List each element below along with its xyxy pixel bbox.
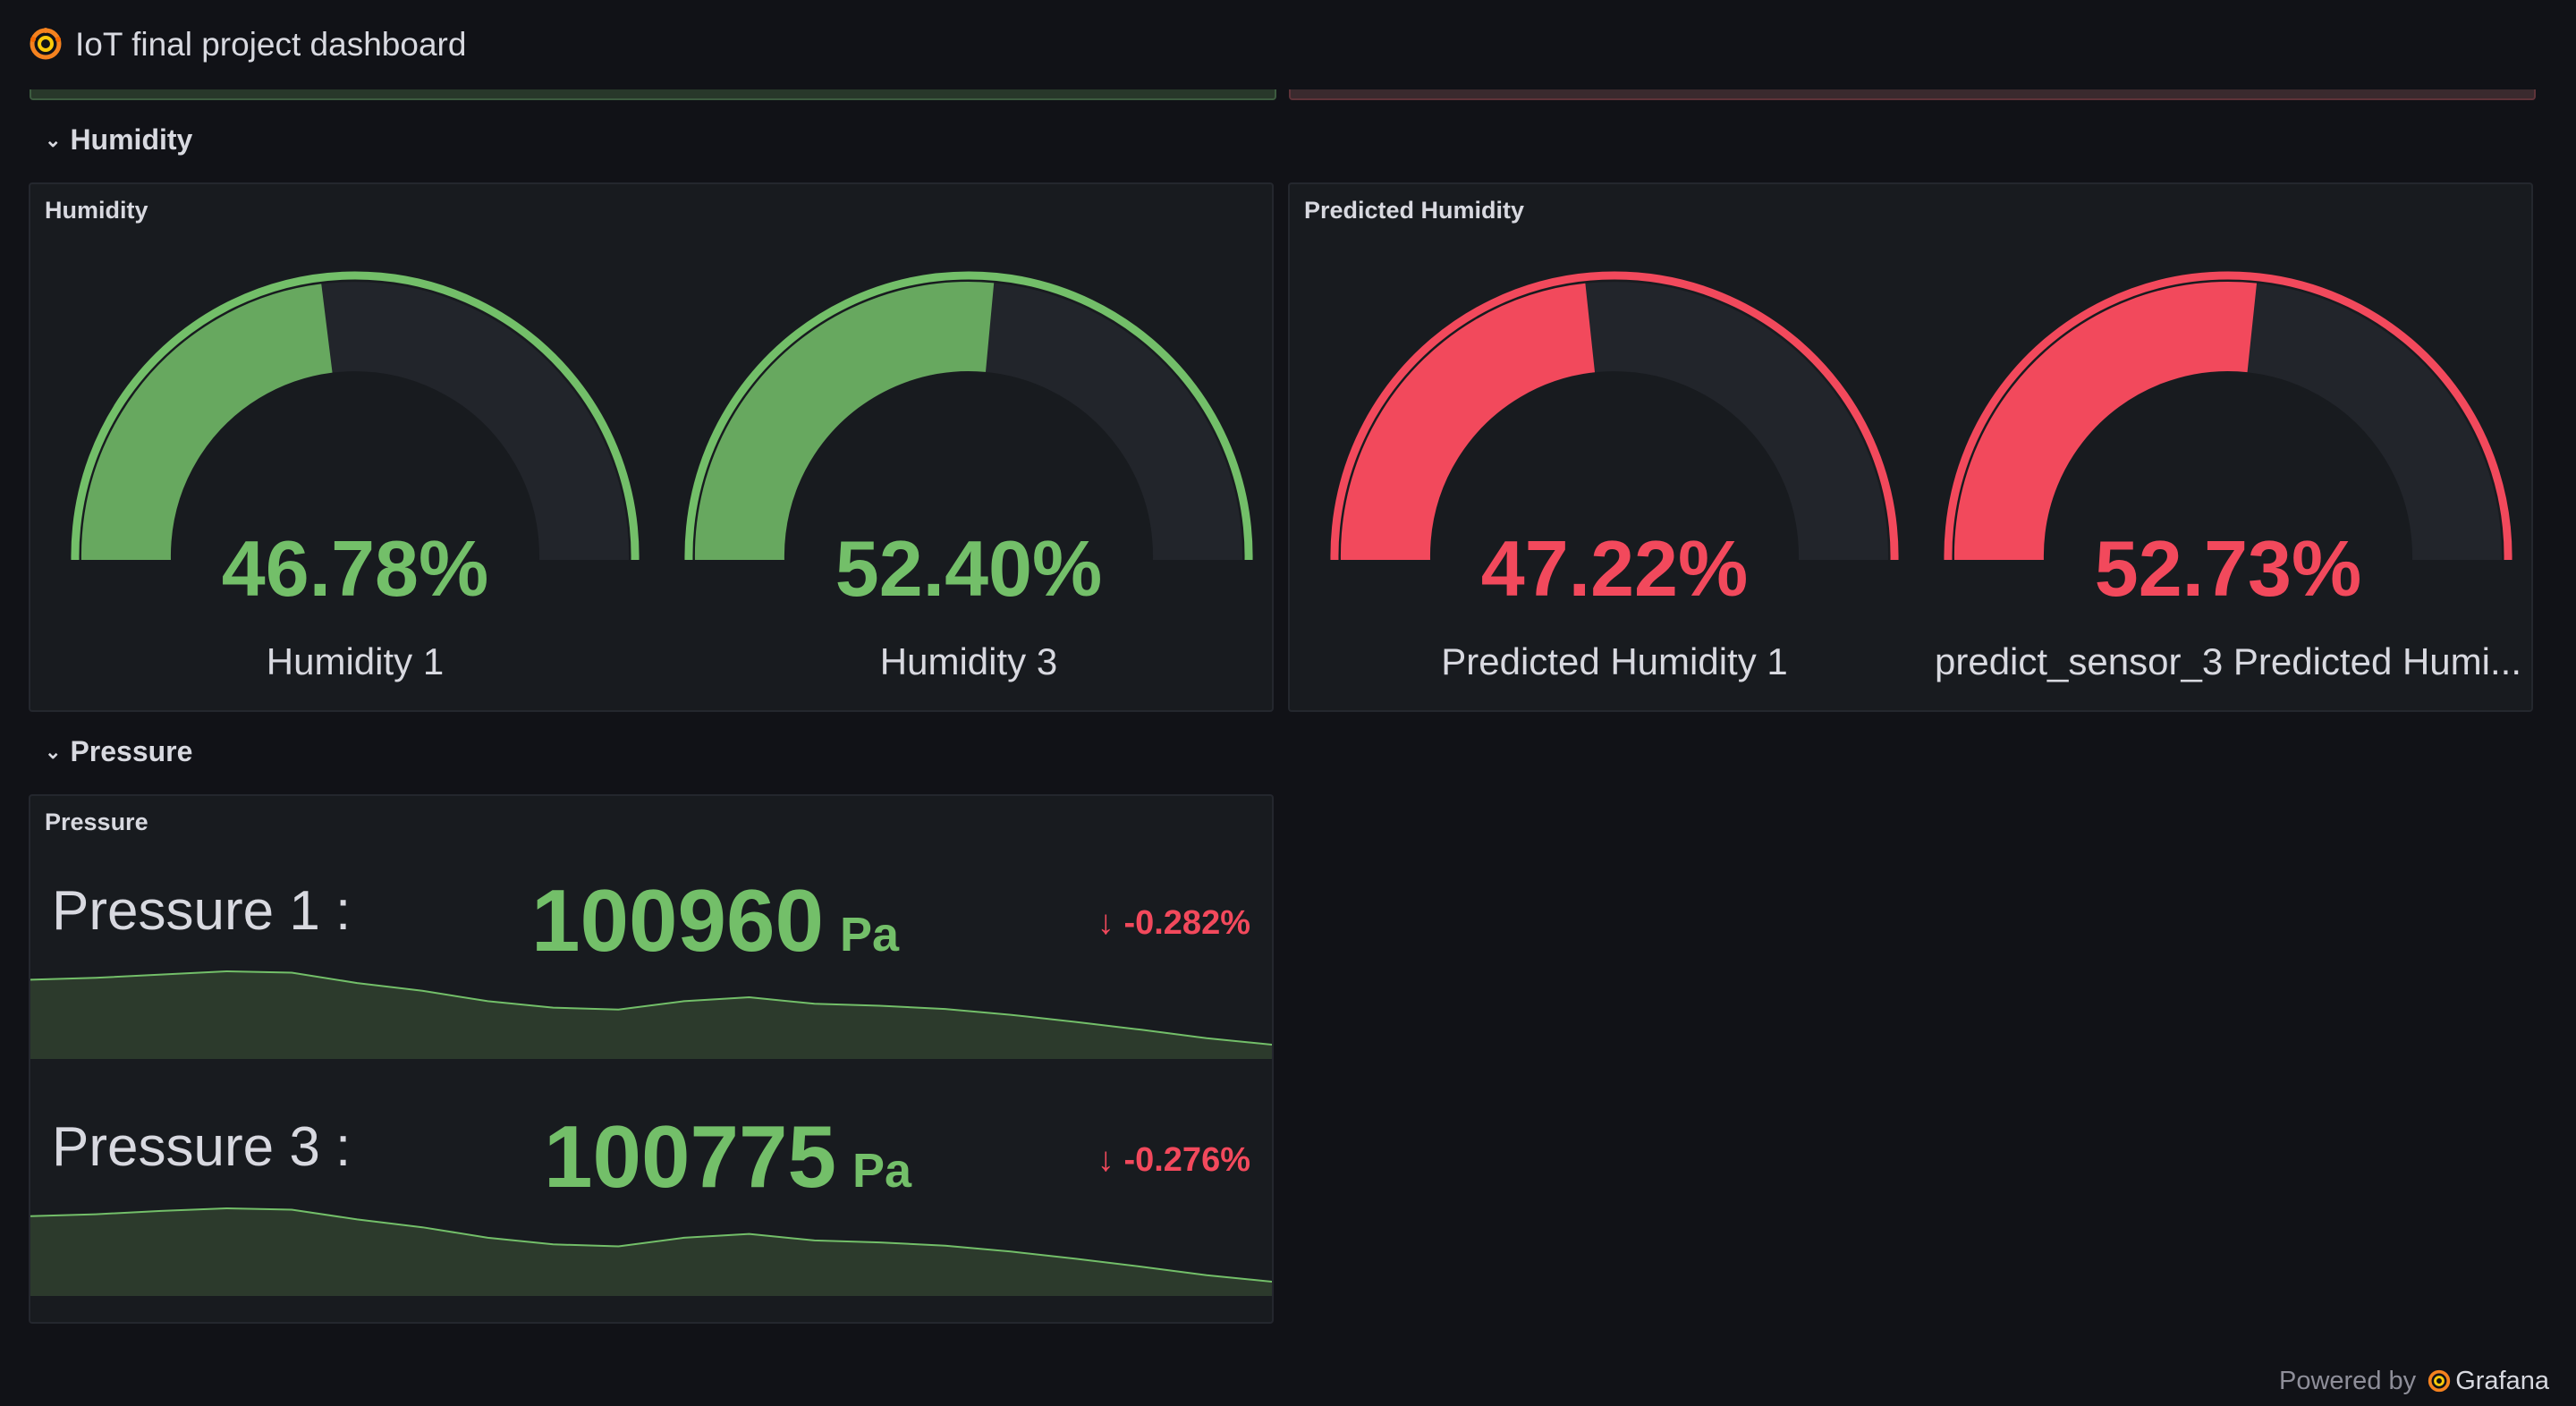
gauge-predicted-humidity-1-value: 47.22% [1480, 524, 1749, 613]
panel-humidity-title: Humidity [45, 197, 148, 224]
gauge-humidity-3-label: Humidity 3 [879, 640, 1058, 682]
collapsed-panel-bottom-left [30, 89, 1276, 100]
gauge-humidity-1 [71, 271, 640, 560]
grafana-logo-icon[interactable] [29, 27, 63, 61]
dashboard-title[interactable]: IoT final project dashboard [75, 23, 466, 66]
pressure-3-change-value: -0.276% [1123, 1141, 1250, 1179]
gauge-predicted-humidity-1-label: Predicted Humidity 1 [1441, 640, 1788, 682]
sparkline-area [30, 971, 1272, 1059]
panel-predicted-humidity-title: Predicted Humidity [1304, 197, 1525, 224]
row-pressure-label: Pressure [70, 735, 193, 767]
pressure-1-value: 100960 Pa [531, 871, 899, 984]
panel-pressure[interactable]: Pressure Pressure 1 : 100960 Pa ↓ -0.282%… [29, 794, 1274, 1324]
gauge-predicted-humidity-1 [1330, 271, 1899, 560]
pressure-3-name: Pressure 3 : [52, 1116, 352, 1178]
gauge-humidity-1-value: 46.78% [221, 524, 489, 613]
pressure-3-number: 100775 [544, 1107, 837, 1206]
pressure-3-change: ↓ -0.276% [1097, 1138, 1250, 1182]
gauge-predicted-humidity-3-label: predict_sensor_3 Predicted Humi... [1935, 640, 2521, 682]
gauge-humidity-3 [684, 271, 1253, 560]
gauge-humidity-1-label: Humidity 1 [266, 640, 445, 682]
footer-prefix: Powered by [2278, 1367, 2417, 1395]
pressure-1-number: 100960 [531, 871, 825, 970]
pressure-1-unit: Pa [840, 908, 900, 961]
chevron-down-icon: ⌄ [45, 129, 62, 151]
arrow-down-icon: ↓ [1097, 904, 1114, 942]
pressure-3-unit: Pa [852, 1144, 912, 1198]
sparkline-area [30, 1208, 1272, 1296]
gauge-humidity-3-value: 52.40% [835, 524, 1103, 613]
pressure-1-name: Pressure 1 : [52, 880, 352, 942]
grafana-logo-icon [2428, 1369, 2451, 1393]
arrow-down-icon: ↓ [1097, 1141, 1114, 1179]
row-humidity-label: Humidity [70, 123, 193, 156]
footer-brand: Grafana [2455, 1367, 2549, 1395]
panel-pressure-title: Pressure [45, 809, 148, 835]
collapsed-panel-bottom-right [1289, 89, 2536, 100]
pressure-1-change: ↓ -0.282% [1097, 901, 1250, 945]
row-pressure[interactable]: ⌄ Pressure [45, 732, 192, 775]
pressure-3-value: 100775 Pa [544, 1107, 911, 1220]
gauge-predicted-humidity-3 [1944, 271, 2512, 560]
panel-humidity[interactable]: Humidity 46.78% Humidity 1 52.40% Humidi… [29, 182, 1274, 712]
top-bar: IoT final project dashboard [0, 0, 2576, 89]
gauge-predicted-humidity-3-value: 52.73% [2094, 524, 2362, 613]
pressure-1-change-value: -0.282% [1123, 904, 1250, 942]
footer-powered-by[interactable]: Powered by Grafana [2279, 1363, 2549, 1399]
panel-predicted-humidity[interactable]: Predicted Humidity 47.22% Predicted Humi… [1288, 182, 2533, 712]
chevron-down-icon: ⌄ [45, 741, 62, 763]
row-humidity[interactable]: ⌄ Humidity [45, 120, 192, 163]
